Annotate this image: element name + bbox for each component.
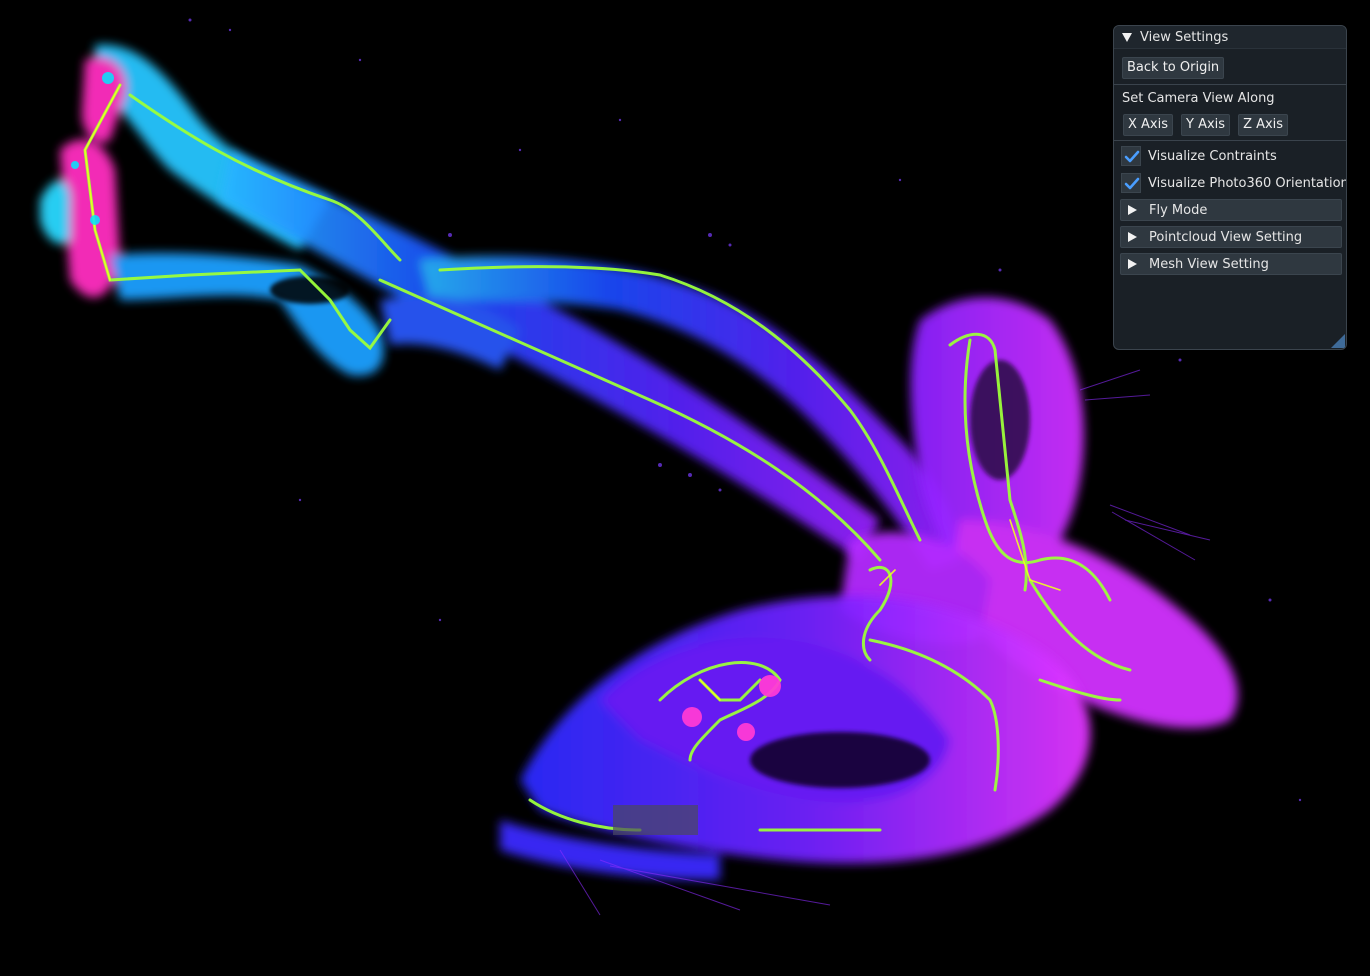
z-axis-button[interactable]: Z Axis bbox=[1238, 114, 1289, 136]
fly-mode-label: Fly Mode bbox=[1149, 202, 1208, 218]
panel-title: View Settings bbox=[1140, 29, 1229, 45]
fly-mode-header[interactable]: Fly Mode bbox=[1120, 199, 1342, 221]
collapse-arrow-icon[interactable] bbox=[1122, 32, 1132, 42]
camera-view-label: Set Camera View Along bbox=[1122, 91, 1275, 106]
expand-arrow-icon[interactable] bbox=[1128, 232, 1137, 242]
view-settings-panel[interactable]: View Settings Back to Origin Set Camera … bbox=[1113, 25, 1347, 350]
panel-title-bar[interactable]: View Settings bbox=[1114, 26, 1346, 49]
visualize-constraints-toggle[interactable]: Visualize Contraints bbox=[1114, 144, 1346, 168]
visualize-constraints-checkbox[interactable] bbox=[1121, 146, 1141, 166]
pointcloud-view-setting-header[interactable]: Pointcloud View Setting bbox=[1120, 226, 1342, 248]
y-axis-button[interactable]: Y Axis bbox=[1181, 114, 1231, 136]
visualize-photo360-checkbox[interactable] bbox=[1121, 173, 1141, 193]
resize-grip-icon[interactable] bbox=[1331, 334, 1345, 348]
pointcloud-view-setting-label: Pointcloud View Setting bbox=[1149, 229, 1303, 245]
visualize-photo360-label: Visualize Photo360 Orientation bbox=[1148, 175, 1347, 191]
mesh-view-setting-header[interactable]: Mesh View Setting bbox=[1120, 253, 1342, 275]
checkmark-icon bbox=[1124, 177, 1140, 190]
visualize-constraints-label: Visualize Contraints bbox=[1148, 148, 1277, 164]
expand-arrow-icon[interactable] bbox=[1128, 259, 1137, 269]
x-axis-button[interactable]: X Axis bbox=[1123, 114, 1174, 136]
mesh-view-setting-label: Mesh View Setting bbox=[1149, 256, 1269, 272]
back-to-origin-button[interactable]: Back to Origin bbox=[1122, 57, 1225, 79]
checkmark-icon bbox=[1124, 150, 1140, 163]
visualize-photo360-toggle[interactable]: Visualize Photo360 Orientation bbox=[1114, 171, 1346, 195]
expand-arrow-icon[interactable] bbox=[1128, 205, 1137, 215]
